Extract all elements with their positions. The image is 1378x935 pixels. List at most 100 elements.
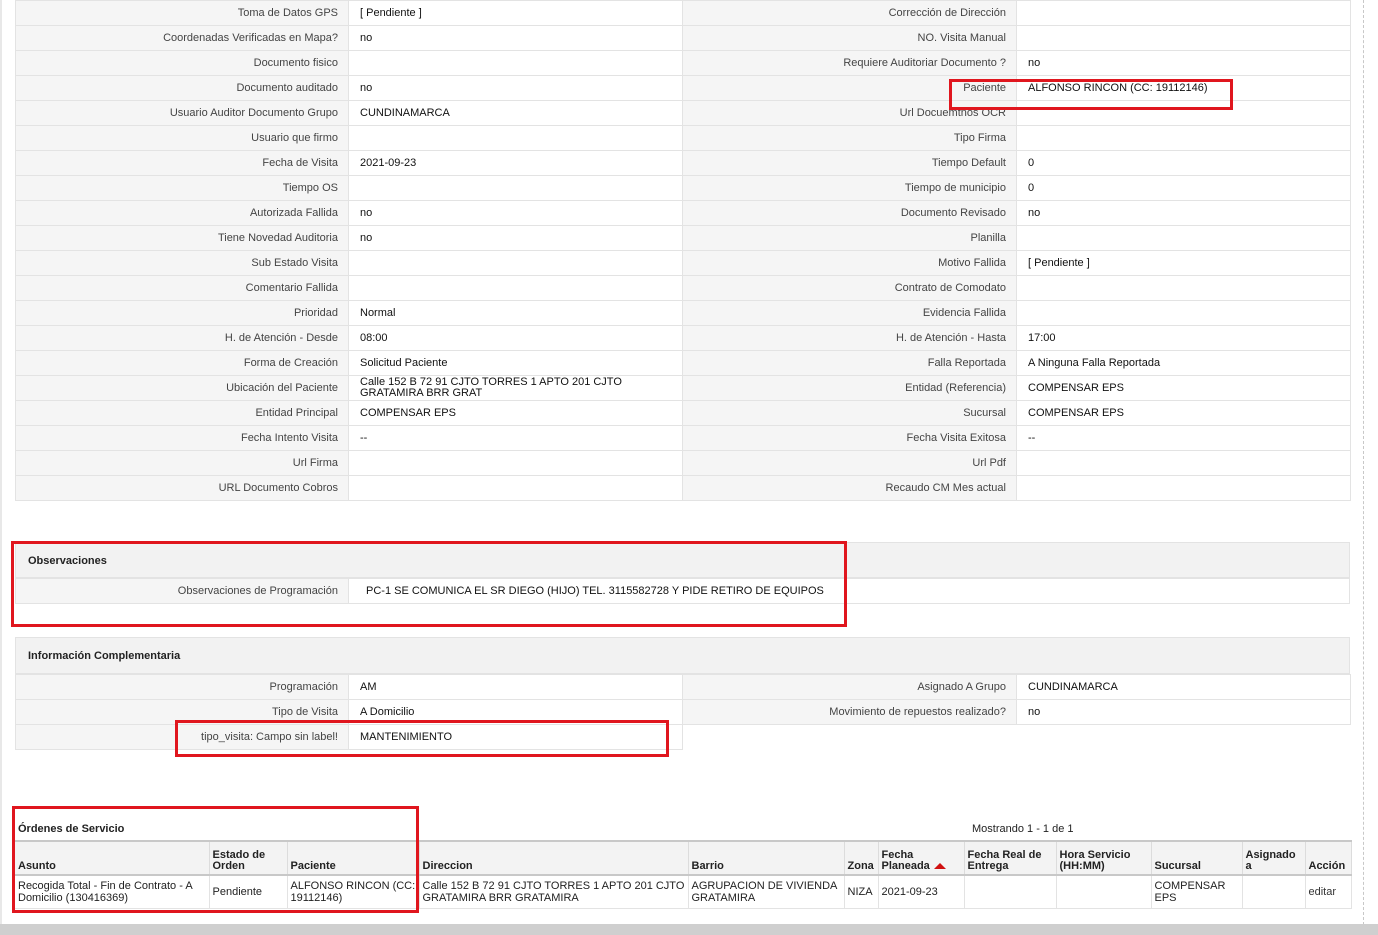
detail-value: --: [348, 425, 683, 451]
detail-row: Prioridad Normal Evidencia Fallida: [15, 300, 1351, 326]
detail-value: 08:00: [348, 325, 683, 351]
detail-label: Autorizada Fallida: [15, 200, 349, 226]
detail-label: Fecha Intento Visita: [15, 425, 349, 451]
col-header-fecha-planeada[interactable]: Fecha Planeada: [878, 840, 965, 876]
col-header-fecha-planeada-label: Fecha Planeada: [881, 849, 930, 872]
sort-ascending-icon: [933, 863, 946, 870]
detail-label: Tiene Novedad Auditoria: [15, 225, 349, 251]
detail-row: Entidad Principal COMPENSAR EPS Sucursal CO…: [15, 400, 1351, 426]
orden-asignado: [1242, 875, 1306, 909]
detail-label: NO. Visita Manual: [682, 25, 1017, 51]
detail-value: [1016, 100, 1351, 126]
detail-label: H. de Atención - Desde: [15, 325, 349, 351]
orden-estado: Pendiente: [209, 875, 288, 909]
detail-label: Corrección de Dirección: [682, 0, 1017, 26]
detail-value: [1016, 475, 1351, 501]
detail-value: [ Pendiente ]: [1016, 250, 1351, 276]
detail-row: Toma de Datos GPS[ Pendiente ] Corrección…: [15, 0, 1351, 26]
tipo-visita-raw-value: MANTENIMIENTO: [348, 724, 683, 750]
detail-label: Url Pdf: [682, 450, 1017, 476]
detail-value: [1016, 300, 1351, 326]
detail-value: [1016, 25, 1351, 51]
detail-row: Fecha Intento Visita -- Fecha Visita Exito…: [15, 425, 1351, 451]
detail-value: Calle 152 B 72 91 CJTO TORRES 1 APTO 201…: [348, 375, 683, 401]
orden-fecha-planeada: 2021-09-23: [878, 875, 965, 909]
detail-label: URL Documento Cobros: [15, 475, 349, 501]
detail-value: [348, 50, 683, 76]
orden-direccion: Calle 152 B 72 91 CJTO TORRES 1 APTO 201…: [419, 875, 689, 909]
detail-value: CUNDINAMARCA: [348, 100, 683, 126]
detail-value: [348, 450, 683, 476]
detail-label: Url Firma: [15, 450, 349, 476]
col-header-asunto[interactable]: Asunto: [15, 840, 210, 876]
detail-row: Url Firma Url Pdf: [15, 450, 1351, 476]
detail-value: [1016, 0, 1351, 26]
detail-label: Prioridad: [15, 300, 349, 326]
detail-label: Documento Revisado: [682, 200, 1017, 226]
info-complementaria-section: Información Complementaria Programación …: [15, 637, 1351, 750]
detail-value: [348, 175, 683, 201]
detail-value: ALFONSO RINCON (CC: 19112146): [1016, 75, 1351, 101]
observaciones-title: Observaciones: [15, 542, 1350, 578]
tipo-visita-raw-label: tipo_visita: Campo sin label!: [15, 724, 349, 750]
detail-label: Comentario Fallida: [15, 275, 349, 301]
detail-value: [1016, 450, 1351, 476]
asignado-grupo-value: CUNDINAMARCA: [1016, 674, 1351, 700]
detail-label: Sucursal: [682, 400, 1017, 426]
orden-paciente: ALFONSO RINCON (CC: 19112146): [287, 875, 420, 909]
detail-label: Usuario que firmo: [15, 125, 349, 151]
detail-row: URL Documento Cobros Recaudo CM Mes actua…: [15, 475, 1351, 501]
col-header-paciente[interactable]: Paciente: [287, 840, 420, 876]
detail-value: no: [348, 75, 683, 101]
detail-label: Entidad Principal: [15, 400, 349, 426]
detail-label: Evidencia Fallida: [682, 300, 1017, 326]
detail-label: Requiere Auditoriar Documento ?: [682, 50, 1017, 76]
detail-label: Planilla: [682, 225, 1017, 251]
detail-label: Tiempo OS: [15, 175, 349, 201]
detail-row: Fecha de Visita 2021-09-23 Tiempo Default 0: [15, 150, 1351, 176]
col-header-fecha-real[interactable]: Fecha Real de Entrega: [964, 840, 1057, 876]
detail-row: Usuario que firmo Tipo Firma: [15, 125, 1351, 151]
detail-label: Url Docuemtnos OCR: [682, 100, 1017, 126]
detail-label: Contrato de Comodato: [682, 275, 1017, 301]
col-header-hora[interactable]: Hora Servicio (HH:MM): [1056, 840, 1152, 876]
col-header-direccion[interactable]: Direccion: [419, 840, 689, 876]
detail-value: no: [1016, 50, 1351, 76]
detail-value: 0: [1016, 150, 1351, 176]
col-header-barrio[interactable]: Barrio: [688, 840, 845, 876]
detail-row: Sub Estado Visita Motivo Fallida[ Pendien…: [15, 250, 1351, 276]
detail-label: Recaudo CM Mes actual: [682, 475, 1017, 501]
ordenes-title: Órdenes de Servicio: [18, 823, 125, 835]
orden-sucursal: COMPENSAR EPS: [1151, 875, 1243, 909]
detail-value: COMPENSAR EPS: [348, 400, 683, 426]
col-header-asignado[interactable]: Asignado a: [1242, 840, 1306, 876]
detail-value: COMPENSAR EPS: [1016, 400, 1351, 426]
col-header-estado[interactable]: Estado de Orden: [209, 840, 288, 876]
detail-row: Coordenadas Verificadas en Mapa? no NO. Vi…: [15, 25, 1351, 51]
detail-label: Tipo Firma: [682, 125, 1017, 151]
observaciones-programacion-label: Observaciones de Programación: [15, 578, 349, 604]
detail-label: Toma de Datos GPS: [15, 0, 349, 26]
detail-value: no: [1016, 200, 1351, 226]
horizontal-scrollbar[interactable]: [0, 924, 1378, 935]
detail-value: --: [1016, 425, 1351, 451]
programacion-label: Programación: [15, 674, 349, 700]
col-header-zona[interactable]: Zona: [844, 840, 879, 876]
detail-value: [348, 275, 683, 301]
detail-value: Solicitud Paciente: [348, 350, 683, 376]
orden-zona: NIZA: [844, 875, 879, 909]
col-header-sucursal[interactable]: Sucursal: [1151, 840, 1243, 876]
detail-value: no: [348, 200, 683, 226]
detail-row: Autorizada Fallida no Documento Revisado no: [15, 200, 1351, 226]
detail-label: Usuario Auditor Documento Grupo: [15, 100, 349, 126]
detail-value: no: [348, 25, 683, 51]
detail-label: Entidad (Referencia): [682, 375, 1017, 401]
edit-order-link[interactable]: editar: [1305, 875, 1352, 909]
detail-value: A Ninguna Falla Reportada: [1016, 350, 1351, 376]
ordenes-pagination-count: Mostrando 1 - 1 de 1: [972, 823, 1074, 835]
detail-label: Paciente: [682, 75, 1017, 101]
detail-value: [348, 475, 683, 501]
orden-fecha-real: [964, 875, 1057, 909]
col-header-accion: Acción: [1305, 840, 1352, 876]
detail-value: [1016, 275, 1351, 301]
